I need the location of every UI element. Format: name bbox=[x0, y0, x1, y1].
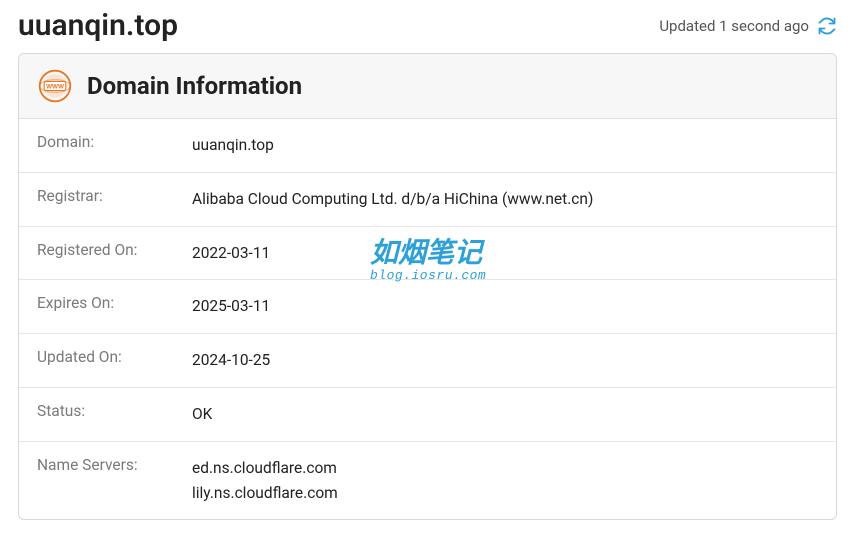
domain-info-card: WWW Domain Information Domain: uuanqin.t… bbox=[18, 53, 837, 520]
card-header: WWW Domain Information bbox=[19, 54, 836, 119]
label-registrar: Registrar: bbox=[37, 187, 192, 212]
refresh-icon[interactable] bbox=[817, 16, 837, 36]
row-registered-on: Registered On: 2022-03-11 bbox=[19, 226, 836, 280]
label-name-servers: Name Servers: bbox=[37, 456, 192, 506]
www-icon: WWW bbox=[37, 68, 73, 104]
domain-title: uuanqin.top bbox=[18, 8, 178, 43]
ns-2: lily.ns.cloudflare.com bbox=[192, 481, 338, 506]
label-expires-on: Expires On: bbox=[37, 294, 192, 319]
updated-status: Updated 1 second ago bbox=[659, 16, 837, 36]
value-name-servers: ed.ns.cloudflare.com lily.ns.cloudflare.… bbox=[192, 456, 338, 506]
row-domain: Domain: uuanqin.top bbox=[19, 119, 836, 172]
value-domain: uuanqin.top bbox=[192, 133, 274, 158]
label-status: Status: bbox=[37, 402, 192, 427]
label-domain: Domain: bbox=[37, 133, 192, 158]
row-registrar: Registrar: Alibaba Cloud Computing Ltd. … bbox=[19, 172, 836, 226]
label-updated-on: Updated On: bbox=[37, 348, 192, 373]
value-expires-on: 2025-03-11 bbox=[192, 294, 270, 319]
value-updated-on: 2024-10-25 bbox=[192, 348, 270, 373]
header-row: uuanqin.top Updated 1 second ago bbox=[18, 8, 837, 43]
ns-1: ed.ns.cloudflare.com bbox=[192, 456, 338, 481]
value-registered-on: 2022-03-11 bbox=[192, 241, 270, 266]
row-name-servers: Name Servers: ed.ns.cloudflare.com lily.… bbox=[19, 441, 836, 520]
info-table: Domain: uuanqin.top Registrar: Alibaba C… bbox=[19, 119, 836, 519]
svg-text:WWW: WWW bbox=[46, 84, 64, 91]
updated-text: Updated 1 second ago bbox=[659, 17, 809, 35]
row-expires-on: Expires On: 2025-03-11 bbox=[19, 279, 836, 333]
row-status: Status: OK bbox=[19, 387, 836, 441]
card-title: Domain Information bbox=[87, 72, 302, 100]
label-registered-on: Registered On: bbox=[37, 241, 192, 266]
row-updated-on: Updated On: 2024-10-25 bbox=[19, 333, 836, 387]
value-registrar: Alibaba Cloud Computing Ltd. d/b/a HiChi… bbox=[192, 187, 593, 212]
value-status: OK bbox=[192, 402, 212, 427]
